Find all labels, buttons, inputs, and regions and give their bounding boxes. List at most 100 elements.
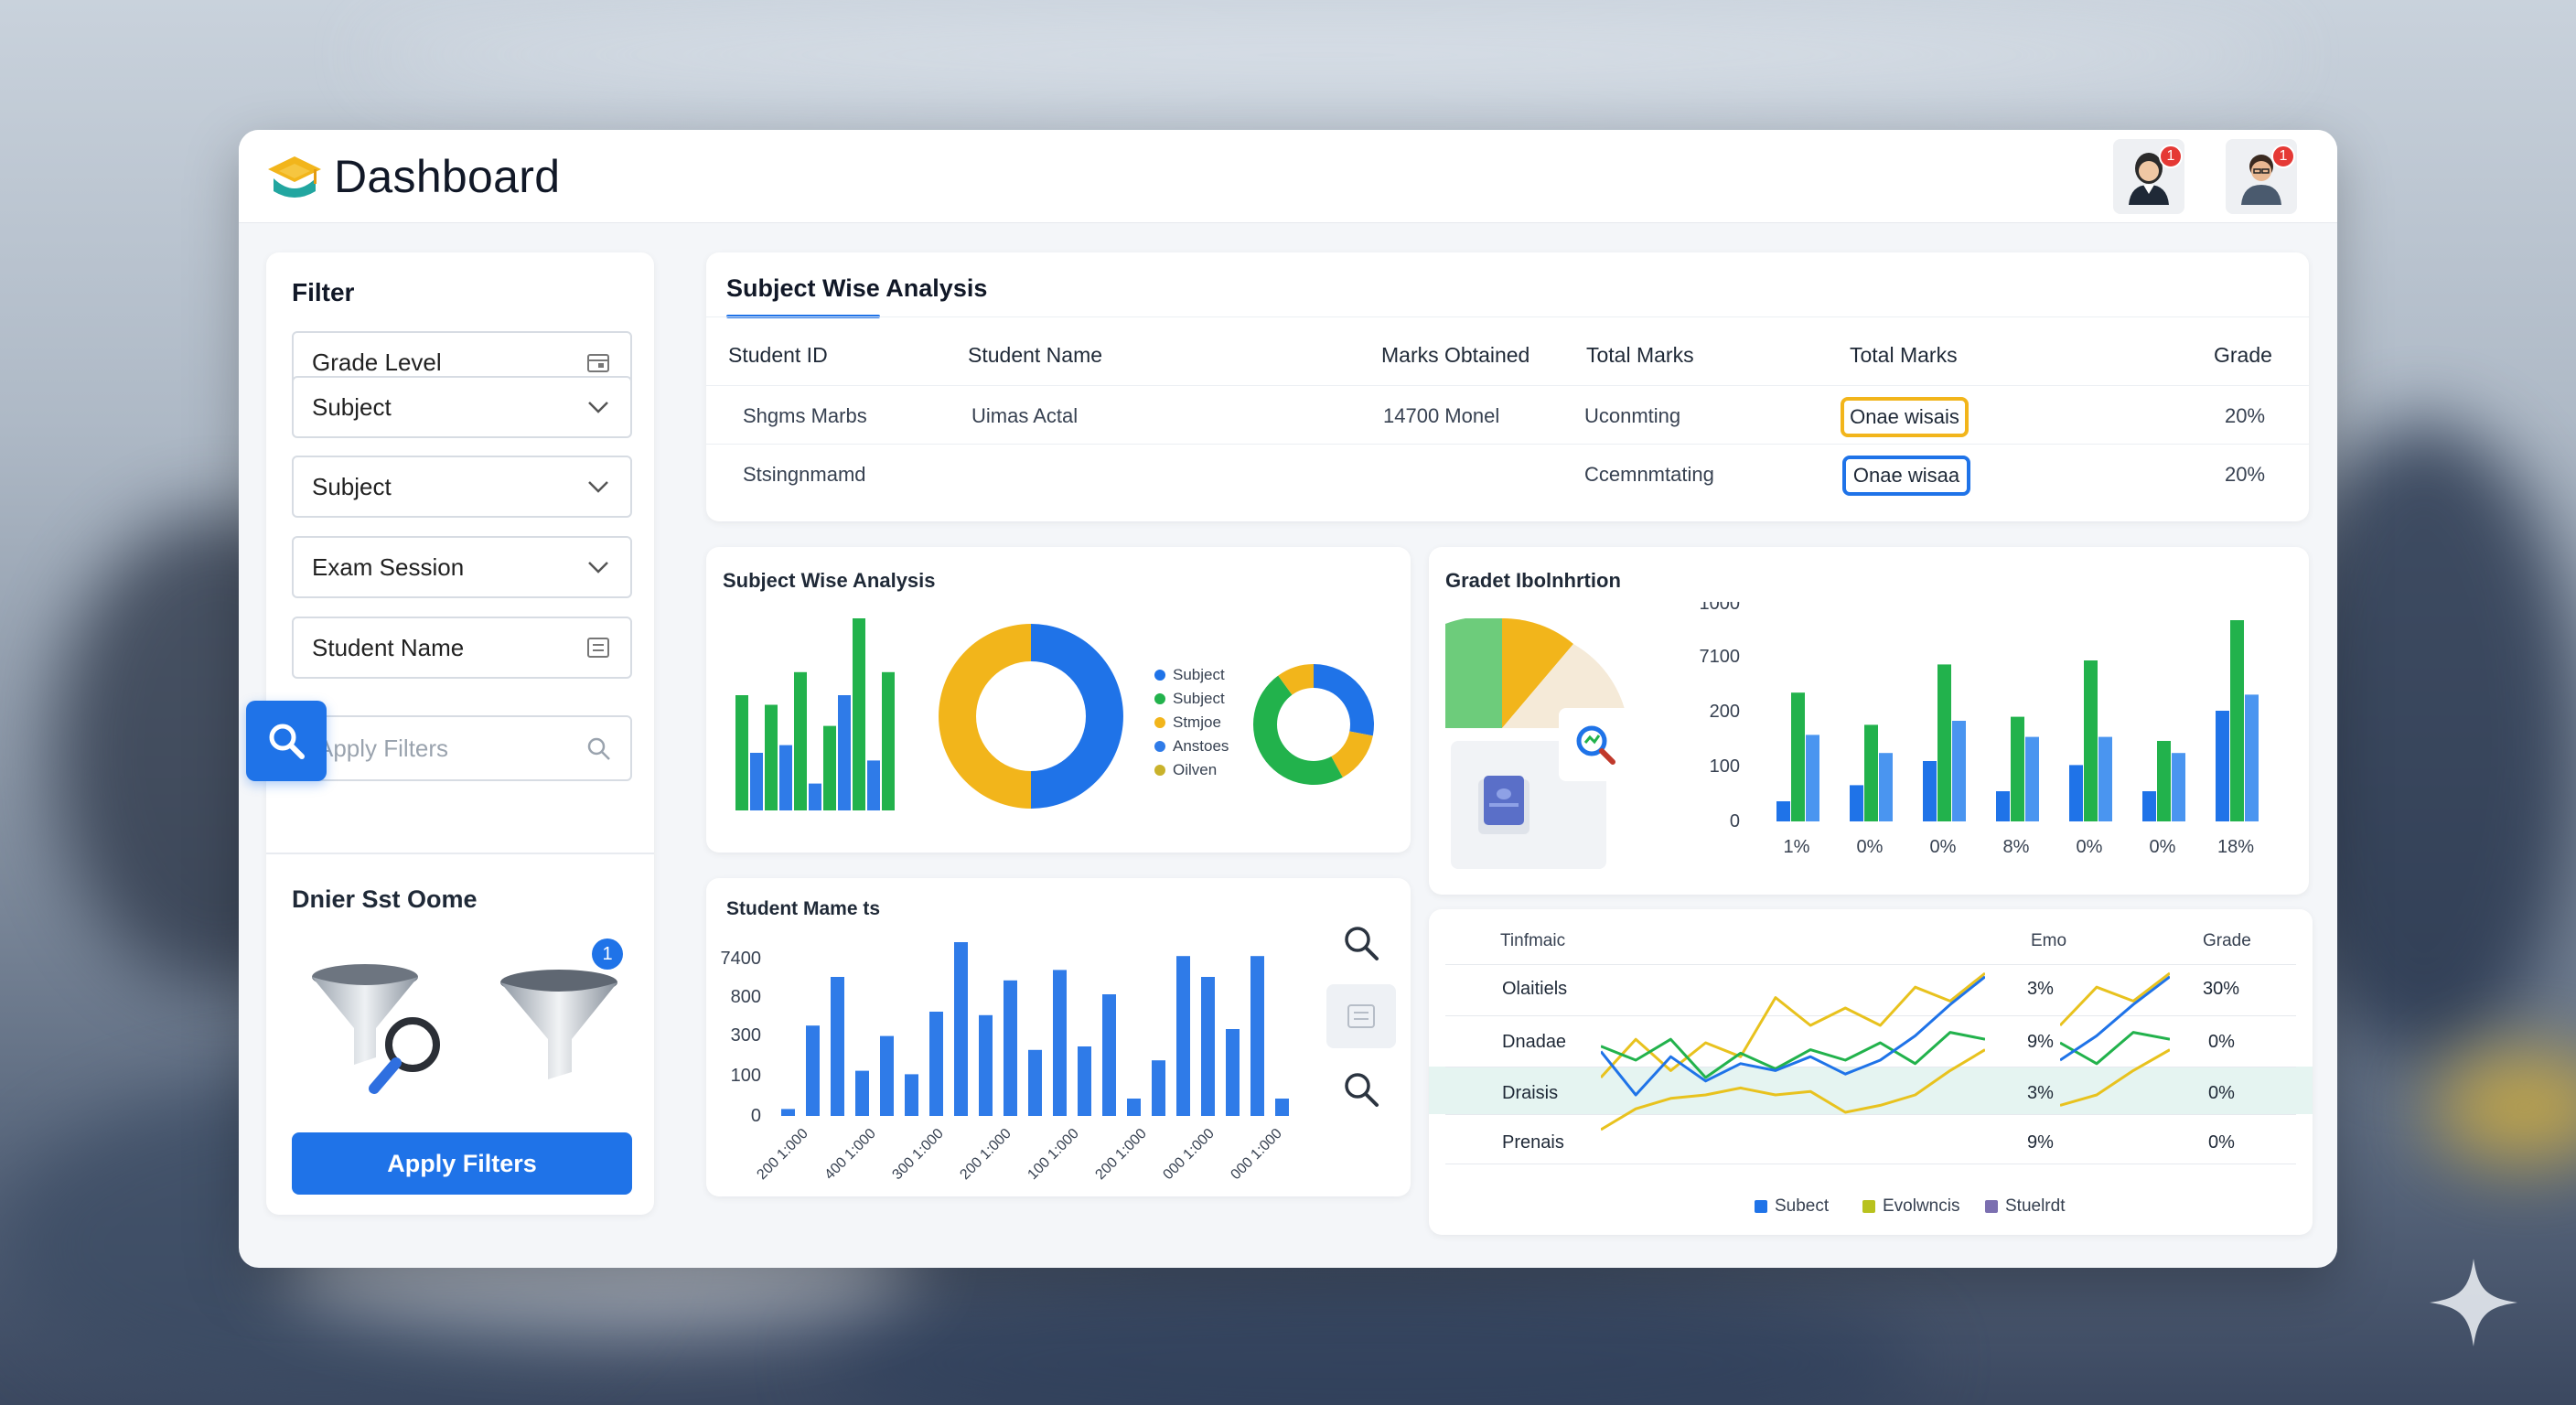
legend-item: Oilven — [1154, 761, 1217, 779]
field-label: Subject — [312, 472, 392, 500]
legend-item: Anstoes — [1154, 737, 1229, 756]
legend-item: Evolwncis — [1862, 1196, 1959, 1217]
subject-donut-chart — [939, 624, 1123, 809]
x-tick-label: 300 1:000 — [889, 1126, 946, 1183]
subject-analysis-table-card: Subject Wise Analysis Student ID Student… — [706, 252, 2309, 521]
subject-select-2[interactable]: Subject — [292, 456, 632, 518]
graduation-cap-icon — [268, 156, 321, 198]
divider — [266, 853, 654, 854]
bar — [2025, 736, 2039, 821]
filter-panel: Filter Grade Level Subject Subject Exam … — [246, 252, 654, 1215]
search-button[interactable] — [1326, 911, 1396, 975]
bar — [2011, 716, 2024, 821]
column-header[interactable]: Student ID — [728, 343, 828, 368]
bar — [1850, 785, 1863, 821]
row-grade: 0% — [2208, 1132, 2235, 1153]
column-header[interactable]: Total Marks — [1850, 343, 1958, 368]
legend-item: Stuelrdt — [1985, 1196, 2065, 1217]
row-grade: 0% — [2208, 1083, 2235, 1103]
x-tick-label: 0% — [1930, 837, 1957, 857]
legend-item: Subject — [1154, 666, 1225, 684]
student-bar-chart: 01003008007400200 1:000 400 1:000 300 1:00… — [721, 942, 1289, 1183]
x-tick-label: 1% — [1784, 837, 1810, 857]
table-cell: 20% — [2225, 463, 2266, 486]
student-marks-card: Student Mame ts 0 100 300 800 7400 200 1:000 4… — [706, 878, 1411, 1196]
subject-analysis-card: Subject Wise Analysis Subject Subject St… — [706, 547, 1411, 853]
chevron-down-icon — [585, 553, 612, 581]
status-pill[interactable]: Onae wisaa — [1842, 456, 1970, 496]
bar — [1996, 791, 2010, 821]
search-button[interactable] — [1326, 1057, 1396, 1121]
x-tick-label: 400 1:000 — [821, 1126, 878, 1183]
x-tick-label: 200 1:000 — [754, 1126, 810, 1183]
table-cell: Ccemnmtating — [1584, 463, 1714, 486]
bar — [867, 760, 880, 810]
bar — [1776, 801, 1790, 821]
user-avatar-2[interactable]: 1 — [2226, 139, 2297, 214]
apply-filters-button[interactable]: Apply Filters — [292, 1132, 632, 1195]
table-row[interactable]: Shgms Marbs Uimas Actal 14700 Monel Ucon… — [706, 386, 2309, 445]
bar — [765, 704, 778, 810]
funnel-icon[interactable] — [495, 962, 623, 1099]
trend-line-chart-right — [2060, 971, 2170, 1107]
y-tick-label: 100 — [731, 1066, 761, 1086]
bar — [1250, 956, 1264, 1116]
column-header[interactable]: Total Marks — [1586, 343, 1694, 368]
funnel-search-icon[interactable] — [310, 957, 456, 1094]
list-view-button[interactable] — [1326, 984, 1396, 1048]
filter-search-input[interactable]: Apply Filters — [246, 701, 632, 781]
search-button[interactable] — [246, 701, 327, 781]
chevron-down-icon — [585, 393, 612, 421]
x-tick-label: 8% — [2003, 837, 2030, 857]
bar — [1102, 994, 1116, 1116]
x-tick-label: 18% — [2217, 837, 2254, 857]
search-chart-icon — [1576, 725, 1615, 765]
row-value: 3% — [2027, 979, 2054, 999]
subject-select-1[interactable]: Subject — [292, 376, 632, 438]
y-tick-label: 800 — [731, 987, 761, 1007]
table-row[interactable]: Stsingnmamd Ccemnmtating Onae wisaa 20% — [706, 445, 2309, 503]
bar — [2216, 711, 2229, 821]
row-label: Prenais — [1502, 1132, 1564, 1153]
row-value: 3% — [2027, 1083, 2054, 1103]
table-title[interactable]: Subject Wise Analysis — [726, 274, 987, 303]
bar — [1127, 1099, 1141, 1116]
card-title: Student Mame ts — [726, 898, 881, 919]
x-tick-label: 100 1:000 — [1025, 1126, 1081, 1183]
field-label: Subject — [312, 392, 392, 421]
trend-line — [2060, 971, 2170, 1027]
search-icon — [269, 724, 305, 759]
y-tick-label: 0 — [751, 1106, 761, 1126]
search-placeholder: Apply Filters — [317, 734, 449, 762]
student-name-field[interactable]: Student Name — [292, 617, 632, 679]
column-header[interactable]: Grade — [2214, 343, 2272, 368]
bar — [831, 977, 844, 1116]
y-tick-label: 0 — [1730, 811, 1740, 831]
table-header: Student ID Student Name Marks Obtained T… — [706, 316, 2309, 386]
status-pill[interactable]: Onae wisais — [1841, 397, 1969, 437]
user-avatar-1[interactable]: 1 — [2113, 139, 2184, 214]
donut-slice — [1252, 675, 1343, 786]
top-bar: Dashboard 1 1 — [239, 130, 2337, 223]
zoom-chart-button[interactable] — [1559, 708, 1632, 781]
bar — [750, 753, 763, 810]
bar — [1923, 761, 1937, 821]
sparkle-icon — [2430, 1259, 2517, 1346]
bar — [1952, 721, 1966, 821]
dashboard-window: Dashboard 1 1 Filter Grade Level Subject… — [239, 130, 2337, 1268]
exam-session-select[interactable]: Exam Session — [292, 536, 632, 598]
list-icon — [1347, 1004, 1375, 1028]
bar — [806, 1025, 820, 1116]
bar — [823, 725, 836, 810]
donut-slice — [1314, 664, 1374, 736]
row-label: Draisis — [1502, 1083, 1559, 1103]
bar — [2172, 753, 2185, 821]
column-header[interactable]: Marks Obtained — [1381, 343, 1530, 368]
donut-slice — [1031, 624, 1123, 809]
column-header[interactable]: Student Name — [968, 343, 1102, 368]
trend-line — [1601, 975, 1985, 1097]
search-icon — [1345, 1073, 1379, 1107]
row-grade: 30% — [2203, 979, 2240, 999]
bar — [781, 1109, 795, 1116]
y-tick-label: 7100 — [1700, 647, 1741, 667]
